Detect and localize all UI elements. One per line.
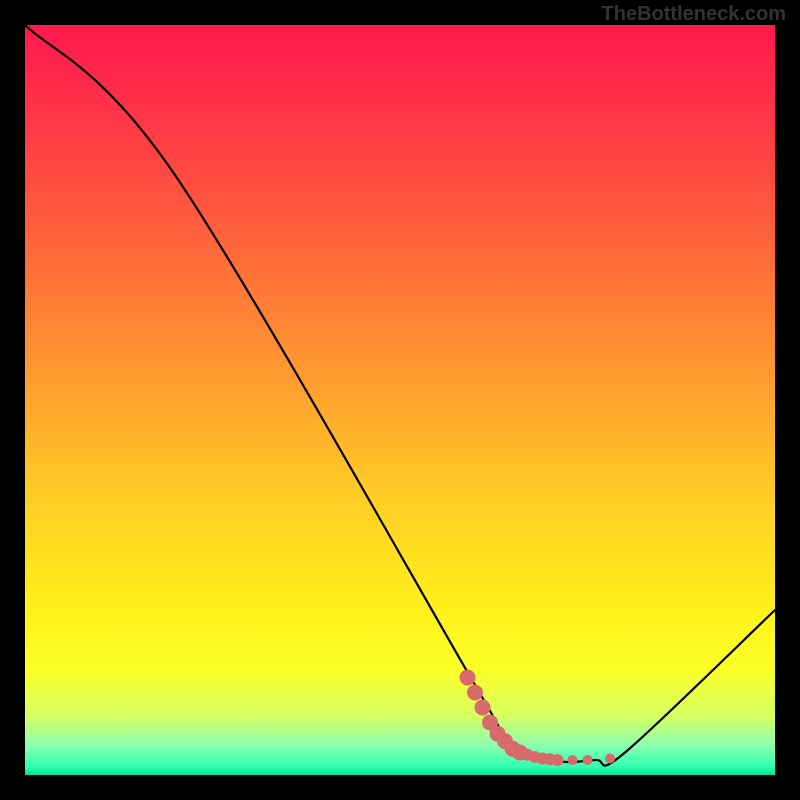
highlight-dot (467, 685, 483, 701)
watermark-text: TheBottleneck.com (602, 3, 786, 26)
highlight-dot (568, 755, 578, 765)
highlight-dot (552, 754, 564, 766)
highlight-dot (605, 754, 615, 764)
chart-svg (25, 25, 775, 775)
highlight-dot (475, 700, 491, 716)
highlight-dot (460, 670, 476, 686)
curve-line (25, 25, 775, 766)
highlight-dot (583, 755, 593, 765)
highlight-markers (460, 670, 616, 767)
chart-plot-area (25, 25, 775, 775)
